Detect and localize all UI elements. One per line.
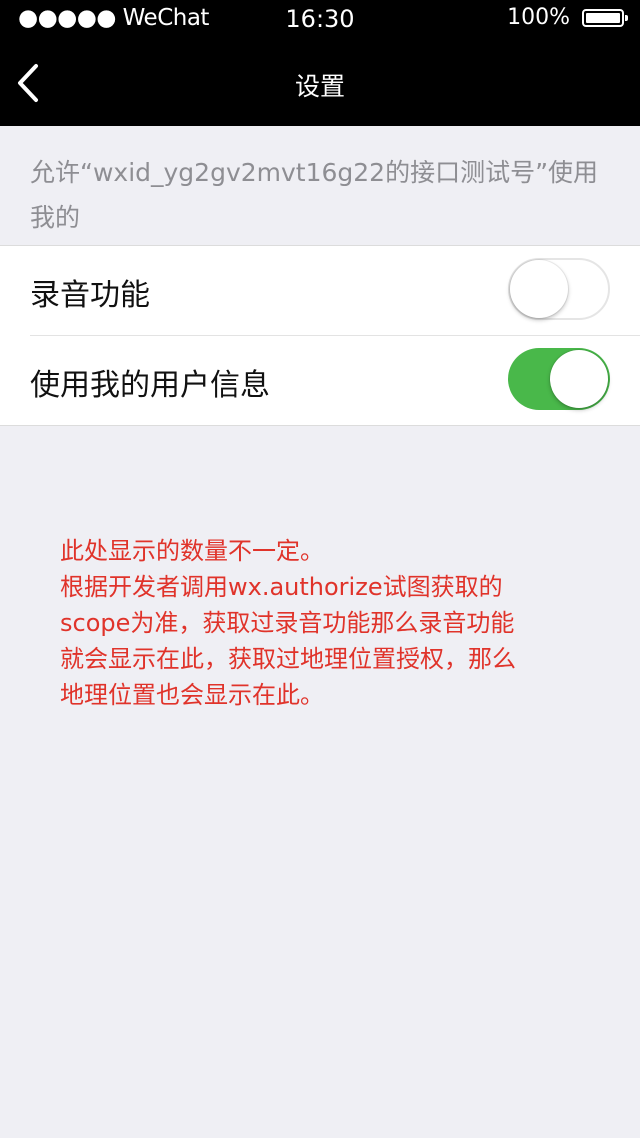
annotation-line: 就会显示在此，获取过地理位置授权，那么 <box>60 645 516 673</box>
setting-label-userinfo: 使用我的用户信息 <box>30 368 270 403</box>
setting-row-record: 录音功能 <box>0 246 640 335</box>
record-toggle[interactable] <box>508 258 610 320</box>
permission-description: 允许“wxid_yg2gv2mvt16g22的接口测试号”使用我的 <box>30 158 599 232</box>
annotation-note: 此处显示的数量不一定。 根据开发者调用wx.authorize试图获取的 sco… <box>60 533 620 713</box>
status-bar: ●●●●● WeChat 16:30 100% <box>0 0 640 40</box>
annotation-line: 地理位置也会显示在此。 <box>60 681 324 709</box>
userinfo-toggle[interactable] <box>508 348 610 410</box>
battery-percent: 100% <box>507 5 570 30</box>
annotation-line: 此处显示的数量不一定。 <box>60 537 324 565</box>
navigation-bar: 设置 <box>0 40 640 126</box>
battery-status: 100% <box>507 5 628 30</box>
toggle-knob <box>510 260 568 318</box>
battery-icon <box>582 8 628 27</box>
annotation-line: 根据开发者调用wx.authorize试图获取的 <box>60 573 503 601</box>
setting-label-record: 录音功能 <box>30 278 150 313</box>
toggle-knob <box>550 350 608 408</box>
page-title: 设置 <box>294 72 345 101</box>
annotation-line: scope为准，获取过录音功能那么录音功能 <box>60 609 515 637</box>
settings-list: 录音功能 使用我的用户信息 <box>0 245 640 426</box>
setting-row-userinfo: 使用我的用户信息 <box>30 335 640 425</box>
